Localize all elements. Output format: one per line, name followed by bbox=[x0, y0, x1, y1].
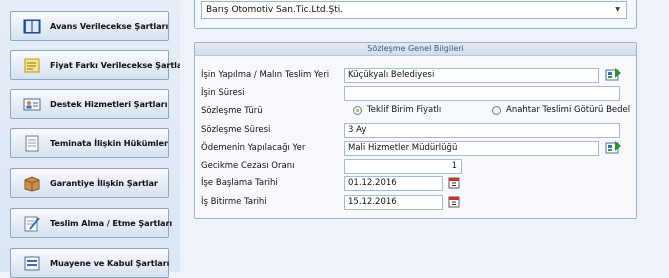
penalty-rate-label: Gecikme Cezası Oranı bbox=[201, 161, 295, 171]
start-date-field[interactable]: 01.12.2016 bbox=[344, 176, 443, 191]
company-select-value: Barış Otomotiv San.Tic.Ltd.Şti. bbox=[206, 5, 344, 15]
work-place-field[interactable]: Küçükyalı Belediyesi bbox=[344, 68, 599, 83]
duration-label: İşin Süresi bbox=[201, 88, 245, 98]
sidebar-item-label: Teminata İlişkin Hükümler bbox=[50, 138, 168, 148]
sidebar-item-label: Destek Hizmetleri Şartları bbox=[50, 99, 168, 109]
sidebar-item-price-difference-terms[interactable]: Fiyat Farkı Verilecekse Şartları bbox=[10, 50, 189, 80]
document-icon bbox=[25, 135, 39, 152]
chevron-down-icon[interactable]: ▼ bbox=[615, 6, 620, 13]
penalty-rate-field[interactable]: 1 bbox=[344, 159, 462, 174]
group-title: Sözleşme Genel Bilgileri bbox=[195, 43, 636, 56]
sidebar-item-label: Fiyat Farkı Verilecekse Şartları bbox=[50, 60, 189, 70]
sidebar-item-label: Teslim Alma / Etme Şartları bbox=[50, 218, 173, 228]
radio-selected-icon bbox=[353, 105, 362, 115]
radio-label: Teklif Birim Fiyatlı bbox=[367, 105, 442, 115]
edit-document-icon bbox=[24, 216, 40, 232]
radio-label: Anahtar Teslimi Götürü Bedel bbox=[506, 105, 631, 115]
lookup-picker-icon[interactable] bbox=[605, 67, 622, 82]
sidebar-item-delivery-terms[interactable]: Teslim Alma / Etme Şartları bbox=[10, 208, 173, 238]
sidebar-item-warranty-terms[interactable]: Garantiye İlişkin Şartlar bbox=[10, 168, 169, 198]
contract-duration-field[interactable]: 3 Ay bbox=[344, 123, 620, 138]
contract-duration-label: Sözleşme Süresi bbox=[201, 125, 271, 135]
sidebar-item-label: Garantiye İlişkin Şartlar bbox=[50, 178, 158, 188]
sidebar-item-label: Muayene ve Kabul Şartları bbox=[50, 258, 170, 268]
start-date-label: İşe Başlama Tarihi bbox=[201, 178, 278, 188]
radio-unselected-icon bbox=[492, 105, 501, 115]
contract-general-info-group: Sözleşme Genel Bilgileri İşin Yapılma / … bbox=[194, 42, 637, 219]
calendar-icon[interactable] bbox=[448, 176, 460, 189]
sticky-note-icon bbox=[24, 58, 40, 73]
end-date-field[interactable]: 15.12.2016 bbox=[344, 195, 443, 210]
book-icon bbox=[23, 19, 41, 34]
sidebar-item-label: Avans Verilecekse Şartları bbox=[50, 21, 169, 31]
payment-place-label: Ödemenin Yapılacağı Yer bbox=[201, 143, 306, 153]
sidebar-item-inspection-acceptance[interactable]: Muayene ve Kabul Şartları bbox=[10, 248, 169, 278]
lookup-picker-icon[interactable] bbox=[605, 140, 622, 155]
work-place-label: İşin Yapılma / Malın Teslim Yeri bbox=[201, 70, 330, 80]
box-icon bbox=[24, 176, 40, 192]
sidebar-item-advance-terms[interactable]: Avans Verilecekse Şartları bbox=[10, 11, 169, 41]
list-document-icon bbox=[24, 256, 40, 271]
company-select[interactable]: Barış Otomotiv San.Tic.Ltd.Şti. ▼ bbox=[201, 1, 627, 19]
sidebar: Avans Verilecekse Şartları Fiyat Farkı V… bbox=[0, 0, 189, 278]
company-panel: Barış Otomotiv San.Tic.Ltd.Şti. ▼ bbox=[194, 0, 637, 29]
sidebar-item-support-services[interactable]: Destek Hizmetleri Şartları bbox=[10, 89, 169, 119]
payment-place-field[interactable]: Mali Hizmetler Müdürlüğü bbox=[344, 141, 599, 156]
end-date-label: İş Bitirme Tarihi bbox=[201, 197, 267, 207]
contract-type-unit-price-radio[interactable]: Teklif Birim Fiyatlı bbox=[353, 105, 441, 115]
main-content: Barış Otomotiv San.Tic.Ltd.Şti. ▼ Sözleş… bbox=[180, 0, 669, 272]
contact-card-icon bbox=[23, 98, 41, 111]
duration-field[interactable] bbox=[344, 86, 620, 101]
contract-type-label: Sözleşme Türü bbox=[201, 106, 263, 116]
contract-type-lump-sum-radio[interactable]: Anahtar Teslimi Götürü Bedel bbox=[492, 105, 630, 115]
sidebar-item-guarantee-provisions[interactable]: Teminata İlişkin Hükümler bbox=[10, 128, 169, 158]
calendar-icon[interactable] bbox=[448, 195, 460, 208]
